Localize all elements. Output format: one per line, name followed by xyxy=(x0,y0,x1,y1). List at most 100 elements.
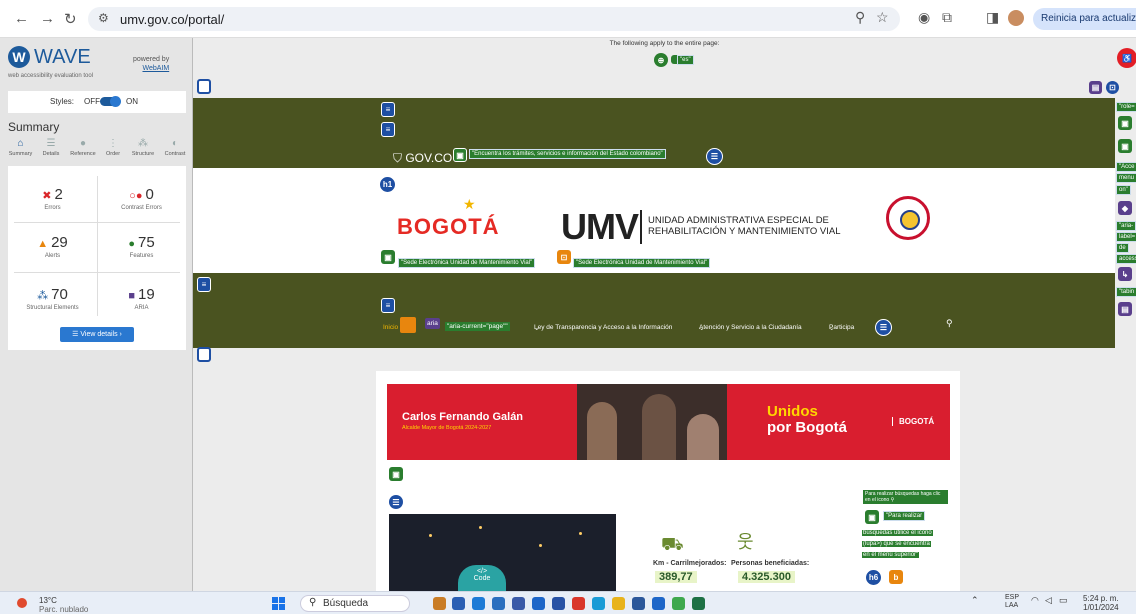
alt-text-icon[interactable]: ▣ xyxy=(453,148,467,162)
alerts-stat[interactable]: ▲ 29 Alerts xyxy=(8,234,97,259)
teams-icon[interactable] xyxy=(512,597,525,610)
powered-by-text: powered by xyxy=(133,56,170,63)
styles-toggle-row: Styles: OFF ON xyxy=(8,91,186,113)
alt-text-icon[interactable]: ▣ xyxy=(865,510,879,524)
structural-stat[interactable]: ⁂ 70 Structural Elements xyxy=(8,286,97,311)
store-icon[interactable] xyxy=(532,597,545,610)
tab-structure[interactable]: ⁂ Structure xyxy=(126,138,160,157)
sidepanel-icon[interactable]: ◨ xyxy=(986,9,999,26)
edge-icon[interactable] xyxy=(472,597,485,610)
wifi-icon[interactable]: ◠ xyxy=(1031,595,1039,606)
back-arrow-icon[interactable]: ← xyxy=(14,10,29,27)
aria-label-icon[interactable]: ◆ xyxy=(1118,201,1132,215)
heading-h6-icon[interactable]: h6 xyxy=(866,570,881,585)
nav-atencion[interactable]: Atención y Servicio a la Ciudadanía ⌄ xyxy=(699,324,802,332)
structure-section-icon[interactable] xyxy=(197,347,211,362)
system-tray[interactable]: ⌃ ESP LAA ◠ ◁ ▭ xyxy=(971,594,1068,609)
bookmark-star-icon[interactable]: ☆ xyxy=(876,9,889,26)
folder-icon[interactable] xyxy=(612,597,625,610)
mayor-banner[interactable]: Carlos Fernando Galán Alcalde Mayor de B… xyxy=(387,384,950,460)
list-structure-icon[interactable]: ☰ xyxy=(706,148,723,165)
webaim-link[interactable]: WebAIM xyxy=(133,64,169,73)
tab-reference[interactable]: ● Reference xyxy=(66,138,100,157)
volume-icon[interactable]: ◁ xyxy=(1045,595,1052,606)
app-icon[interactable] xyxy=(452,597,465,610)
nav-transparencia[interactable]: Ley de Transparencia y Acceso a la Infor… xyxy=(534,324,672,332)
app-icon[interactable] xyxy=(652,597,665,610)
govco-logo[interactable]: ⛉ GOV.CO xyxy=(393,151,452,166)
tabindex-icon[interactable]: ↳ xyxy=(1118,267,1132,281)
aria-icon[interactable]: ▤ xyxy=(1118,302,1132,316)
nav-inicio[interactable]: Inicio xyxy=(383,324,398,331)
app-icon[interactable] xyxy=(552,597,565,610)
site-settings-icon[interactable]: ⚙ xyxy=(98,11,109,25)
weather-widget[interactable]: 13°C Parc. nublado xyxy=(17,596,88,614)
aria-current-label: "aria-current="page"" xyxy=(445,322,510,331)
region-icon[interactable]: ≡ xyxy=(381,102,395,117)
sede-label-2: "Sede Electrónica Unidad de Mantenimient… xyxy=(573,258,711,268)
colombia-seal xyxy=(886,196,930,240)
alt-text-icon[interactable]: ▣ xyxy=(1118,116,1132,130)
zoom-icon[interactable]: ⚲ xyxy=(855,9,865,26)
forward-arrow-icon[interactable]: → xyxy=(40,10,55,27)
profile-avatar[interactable] xyxy=(1008,10,1024,26)
accessibility-person-icon[interactable]: ♿ xyxy=(1117,48,1136,68)
tab-details[interactable]: ☰ Details xyxy=(37,138,65,157)
excel-icon[interactable] xyxy=(692,597,705,610)
chrome-icon[interactable] xyxy=(672,597,685,610)
list-structure-icon[interactable]: ☰ xyxy=(389,495,403,509)
reload-icon[interactable]: ↻ xyxy=(64,10,77,28)
features-stat[interactable]: ● 75 Features xyxy=(97,234,186,259)
redundant-link-alert-icon[interactable]: ⊡ xyxy=(557,250,571,264)
office-icon[interactable] xyxy=(572,597,585,610)
region-icon[interactable]: ≡ xyxy=(381,122,395,137)
app-icon[interactable] xyxy=(592,597,605,610)
link-alert-icon[interactable] xyxy=(400,317,416,333)
styles-toggle[interactable] xyxy=(100,96,121,107)
alert-icon[interactable]: b xyxy=(889,570,903,584)
alt-text-icon[interactable]: ▣ xyxy=(381,250,395,264)
update-button[interactable]: Reinicia para actualizar xyxy=(1033,8,1136,30)
taskbar-search[interactable]: ⚲ Búsqueda xyxy=(300,595,410,612)
umv-full-name: UNIDAD ADMINISTRATIVA ESPECIAL DE REHABIL… xyxy=(648,215,841,237)
battery-icon[interactable]: ▭ xyxy=(1059,595,1068,606)
banner-role: Alcalde Mayor de Bogotá 2024-2027 xyxy=(402,425,492,431)
language-globe-icon[interactable]: ⊕ xyxy=(654,53,668,67)
aria-icon[interactable]: aria xyxy=(425,318,440,329)
errors-stat[interactable]: ✖ 2 Errors xyxy=(8,186,97,211)
structure-section-icon[interactable] xyxy=(197,79,211,94)
explorer-icon[interactable] xyxy=(433,597,446,610)
alt-text-icon[interactable]: ▣ xyxy=(389,467,403,481)
extension-wave-icon[interactable]: ◉ xyxy=(918,9,930,26)
region-icon[interactable]: ≡ xyxy=(197,277,211,292)
search-icon[interactable]: ⚲ xyxy=(946,318,953,329)
umv-logo[interactable]: UMV xyxy=(561,206,639,248)
tab-contrast[interactable]: ◐ Contrast xyxy=(160,138,190,157)
region-icon[interactable]: ≡ xyxy=(381,298,395,313)
chevron-up-icon[interactable]: ⌃ xyxy=(971,595,979,605)
list-structure-icon[interactable]: ☰ xyxy=(875,319,892,336)
structure-stat-icon: ⁂ xyxy=(37,290,49,302)
nav-participa[interactable]: Participa ⌄ xyxy=(829,324,854,332)
app-icon[interactable] xyxy=(492,597,505,610)
windows-start-icon[interactable] xyxy=(272,597,286,611)
extensions-puzzle-icon[interactable]: ⧉ xyxy=(942,9,952,26)
contrast-errors-stat[interactable]: ○● 0 Contrast Errors xyxy=(97,186,186,211)
tab-summary[interactable]: ⌂ Summary xyxy=(4,138,37,157)
alt-text-icon[interactable]: ▣ xyxy=(1118,139,1132,153)
word-icon[interactable] xyxy=(632,597,645,610)
govco-alt-label: "Encuentra los trámites, servicios e inf… xyxy=(469,149,666,159)
bogota-logo[interactable]: BOGOTÁ xyxy=(397,214,500,240)
heading-h1-icon[interactable]: h1 xyxy=(380,177,395,192)
code-button[interactable]: </> Code xyxy=(458,565,506,591)
aria-icon[interactable]: ▤ xyxy=(1089,81,1102,94)
structure-icon[interactable]: ⊡ xyxy=(1106,81,1119,94)
address-bar[interactable]: ⚙ umv.gov.co/portal/ xyxy=(88,7,900,31)
aria-stat[interactable]: ■ 19 ARIA xyxy=(97,286,186,311)
wave-logo[interactable]: W WAVE web accessibility evaluation tool xyxy=(8,46,93,79)
view-details-button[interactable]: ☰ View details › xyxy=(60,327,134,342)
banner-por-bogota: por Bogotá xyxy=(767,419,847,436)
clock[interactable]: 5:24 p. m. 1/01/2024 xyxy=(1083,594,1119,612)
url-text[interactable]: umv.gov.co/portal/ xyxy=(120,12,224,27)
tab-order[interactable]: ⋮ Order xyxy=(101,138,125,157)
